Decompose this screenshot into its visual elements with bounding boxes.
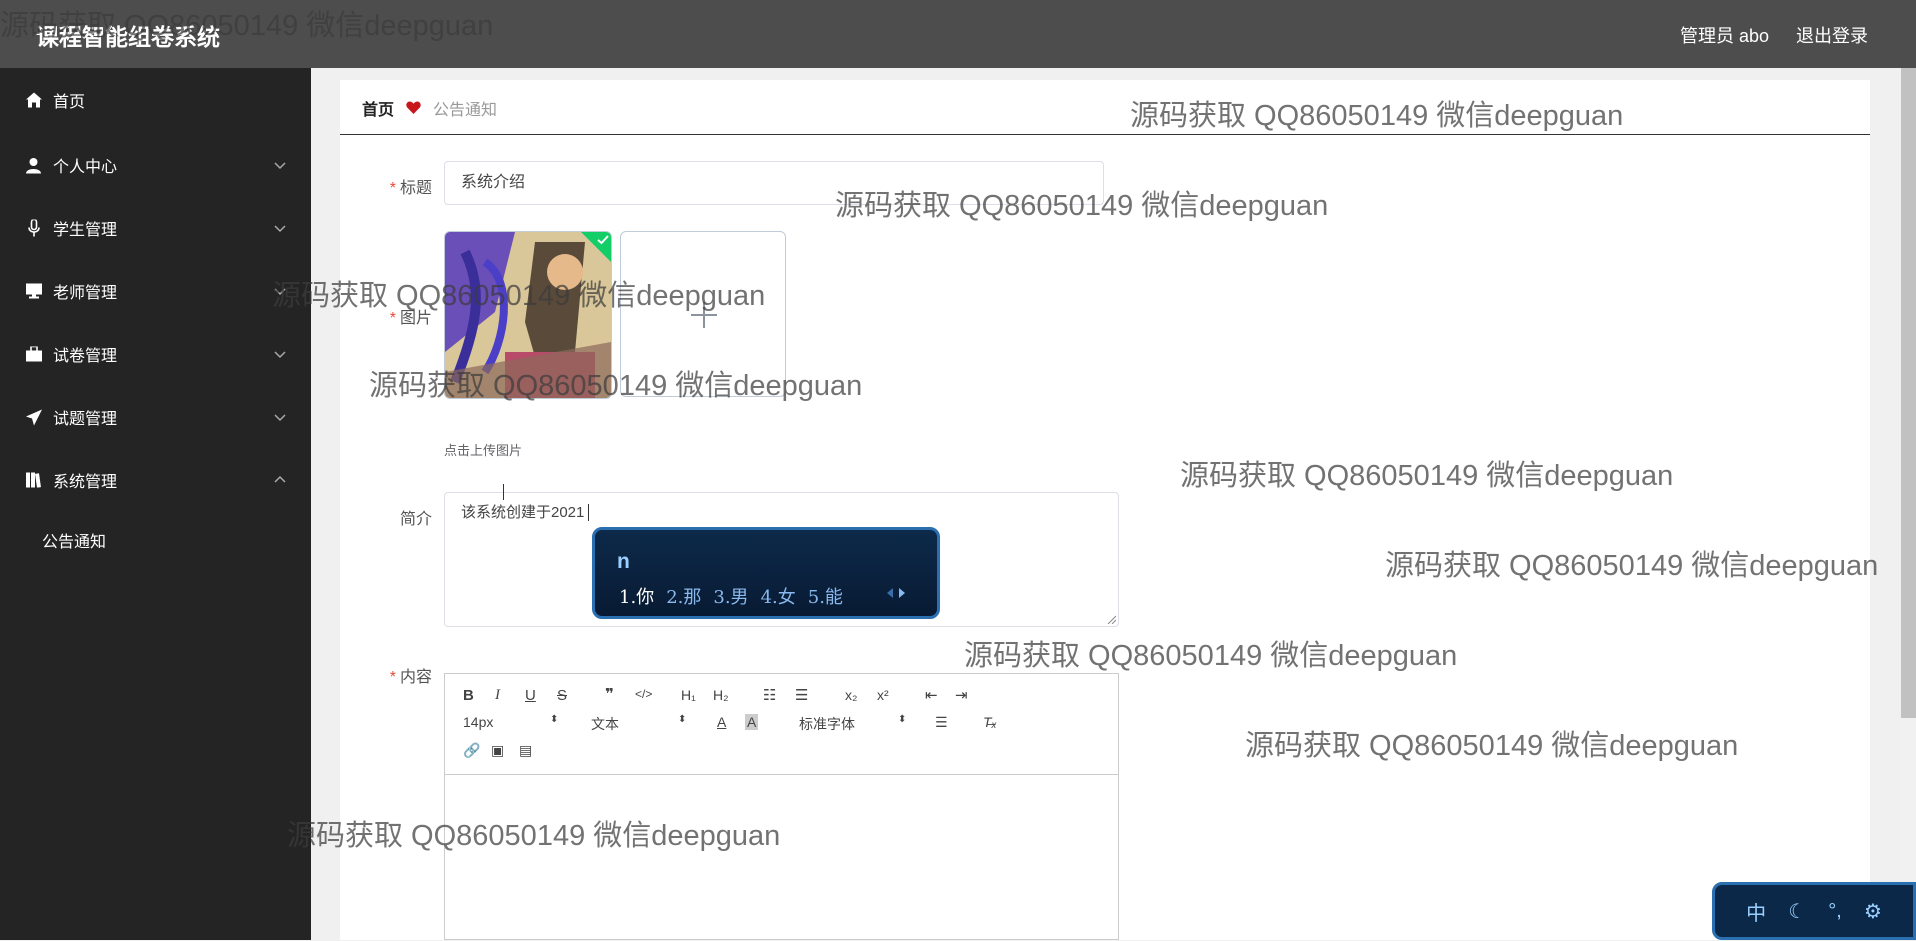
underline-icon[interactable]: U — [525, 687, 536, 704]
video-icon[interactable]: ▤ — [519, 742, 532, 759]
content-label: * 内容 — [389, 669, 432, 686]
sidebar-item-personal[interactable]: 个人中心 — [0, 135, 311, 195]
mouse-ibeam-cursor — [503, 484, 506, 500]
uploaded-image-thumbnail[interactable] — [444, 231, 612, 399]
admin-user-label[interactable]: 管理员 abo — [1680, 22, 1769, 48]
sidebar-item-teachers[interactable]: 老师管理 — [0, 261, 311, 321]
ime-candidate[interactable]: 1.你 — [619, 583, 654, 609]
app-title: 课程智能组卷系统 — [36, 24, 220, 50]
upload-image-button[interactable] — [620, 231, 786, 397]
chevron-down-icon — [274, 351, 286, 359]
intro-label: 简介 — [399, 511, 432, 528]
font-size-select[interactable]: 14px — [463, 714, 493, 730]
image-icon[interactable]: ▣ — [491, 742, 504, 759]
paragraph-select[interactable]: 文本 — [591, 714, 619, 734]
sidebar-item-label: 系统管理 — [53, 474, 118, 491]
sidebar-item-label: 老师管理 — [53, 285, 118, 302]
align-icon[interactable]: ☰ — [935, 714, 948, 731]
books-icon — [25, 472, 42, 489]
rich-text-editor: B I U S ❞ </> H₁ H₂ ☷ ☰ x₂ x² ⇤ ⇥ 14px ⬍… — [444, 673, 1119, 940]
title-input[interactable]: 系统介绍 — [444, 161, 1104, 205]
chevron-down-icon — [274, 225, 286, 233]
superscript-icon[interactable]: x² — [877, 687, 889, 703]
code-block-icon[interactable]: </> — [635, 687, 652, 701]
heading2-icon[interactable]: H₂ — [713, 687, 729, 703]
select-arrows-icon: ⬍ — [678, 714, 687, 725]
sidebar-item-label: 试题管理 — [53, 411, 118, 428]
half-width-moon-icon[interactable]: ☾ — [1788, 899, 1806, 924]
italic-icon[interactable]: I — [495, 687, 500, 704]
plus-icon — [691, 302, 717, 328]
bold-icon[interactable]: B — [463, 687, 474, 704]
background-color-icon[interactable]: A — [745, 714, 759, 730]
paper-plane-icon — [25, 409, 42, 426]
link-icon[interactable]: 🔗 — [463, 742, 480, 759]
font-family-select[interactable]: 标准字体 — [799, 714, 855, 734]
settings-gear-icon[interactable]: ⚙ — [1864, 899, 1882, 924]
chevron-up-icon — [274, 475, 286, 483]
outdent-icon[interactable]: ⇤ — [925, 686, 938, 704]
breadcrumb: 首页 公告通知 — [362, 96, 497, 120]
sidebar-subitem-announcements[interactable]: 公告通知 — [42, 528, 106, 552]
intro-text: 该系统创建于2021 — [461, 504, 585, 521]
sidebar-item-papers[interactable]: 试卷管理 — [0, 324, 311, 384]
ime-candidate[interactable]: 2.那 — [666, 583, 701, 609]
clear-format-icon[interactable]: T̶ₓ — [983, 714, 997, 730]
chevron-down-icon — [274, 414, 286, 422]
heart-icon — [406, 101, 421, 114]
home-icon — [25, 92, 42, 109]
sidebar-item-label: 首页 — [53, 94, 86, 111]
ime-page-arrows-icon[interactable] — [881, 586, 911, 600]
upload-tip: 点击上传图片 — [444, 443, 523, 458]
heading1-icon[interactable]: H₁ — [681, 687, 696, 703]
sidebar: 首页 个人中心 学生管理 老师管理 试卷管理 试题管理 系统管理 公告通知 — [0, 68, 311, 940]
briefcase-icon — [25, 346, 42, 363]
ime-candidates: 1.你 2.那 3.男 4.女 5.能 — [619, 583, 843, 609]
sidebar-item-label: 个人中心 — [53, 159, 118, 176]
top-bar: 课程智能组卷系统 管理员 abo 退出登录 — [0, 0, 1916, 68]
text-caret — [588, 504, 594, 521]
chevron-down-icon — [274, 288, 286, 296]
strikethrough-icon[interactable]: S — [557, 687, 567, 704]
microphone-icon — [25, 219, 42, 237]
monitor-icon — [25, 283, 42, 300]
breadcrumb-divider — [340, 134, 1870, 135]
indent-icon[interactable]: ⇥ — [955, 686, 968, 704]
select-arrows-icon: ⬍ — [898, 714, 907, 725]
editor-toolbar: B I U S ❞ </> H₁ H₂ ☷ ☰ x₂ x² ⇤ ⇥ 14px ⬍… — [445, 674, 1118, 775]
sidebar-item-questions[interactable]: 试题管理 — [0, 387, 311, 447]
breadcrumb-home[interactable]: 首页 — [362, 96, 394, 120]
ime-candidate[interactable]: 5.能 — [808, 583, 843, 609]
sidebar-item-label: 学生管理 — [53, 222, 118, 239]
ime-candidate[interactable]: 4.女 — [761, 583, 796, 609]
logout-button[interactable]: 退出登录 — [1796, 22, 1868, 48]
ime-candidate-window: n 1.你 2.那 3.男 4.女 5.能 — [592, 527, 940, 619]
blockquote-icon[interactable]: ❞ — [605, 685, 614, 703]
ime-composition: n — [617, 550, 630, 573]
subscript-icon[interactable]: x₂ — [845, 687, 857, 703]
breadcrumb-current: 公告通知 — [433, 102, 498, 119]
sidebar-item-system[interactable]: 系统管理 — [0, 450, 311, 510]
top-right-actions: 管理员 abo 退出登录 — [1680, 22, 1868, 48]
resize-handle-icon[interactable] — [1106, 614, 1116, 624]
user-icon — [25, 157, 42, 174]
sidebar-item-label: 试卷管理 — [53, 348, 118, 365]
image-label: * 图片 — [389, 310, 432, 327]
select-arrows-icon: ⬍ — [550, 714, 559, 725]
page-scrollbar-thumb[interactable] — [1901, 68, 1916, 718]
sidebar-item-home[interactable]: 首页 — [0, 70, 311, 130]
punctuation-icon[interactable]: °, — [1828, 900, 1842, 923]
font-color-icon[interactable]: A — [717, 714, 726, 730]
ime-candidate[interactable]: 3.男 — [713, 583, 748, 609]
ime-status-bar: 中 ☾ °, ⚙ — [1712, 882, 1916, 940]
bullet-list-icon[interactable]: ☰ — [795, 686, 808, 704]
ordered-list-icon[interactable]: ☷ — [763, 686, 776, 704]
editor-body[interactable] — [445, 775, 1118, 941]
check-icon — [597, 235, 609, 245]
sidebar-item-students[interactable]: 学生管理 — [0, 198, 311, 258]
chevron-down-icon — [274, 162, 286, 170]
ime-mode-toggle[interactable]: 中 — [1746, 897, 1766, 926]
title-label: * 标题 — [389, 180, 432, 197]
